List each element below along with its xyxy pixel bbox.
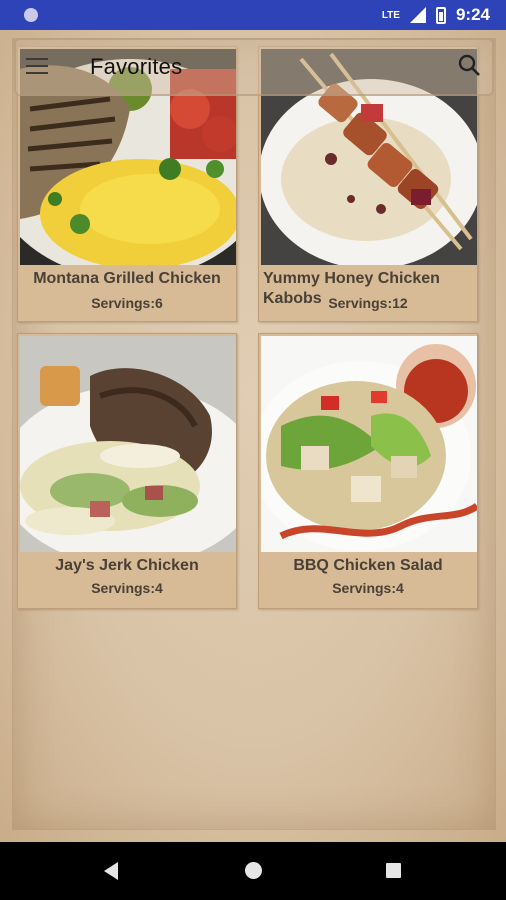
recipe-photo xyxy=(20,336,236,552)
recipe-card-jays-jerk-chicken[interactable]: Jay's Jerk Chicken Servings:4 xyxy=(17,333,237,609)
recipe-servings: Servings:12 xyxy=(328,295,408,311)
recent-apps-icon[interactable] xyxy=(386,863,401,878)
notification-dot-icon xyxy=(24,8,38,22)
recipe-name: BBQ Chicken Salad xyxy=(293,557,443,574)
menu-icon[interactable] xyxy=(26,58,48,74)
recipe-servings: Servings:4 xyxy=(332,580,404,596)
recipe-servings: Servings:6 xyxy=(91,295,163,311)
network-type-label: LTE xyxy=(381,9,400,21)
recipe-name: Montana Grilled Chicken xyxy=(33,270,221,287)
recipe-servings: Servings:4 xyxy=(91,580,163,596)
home-icon[interactable] xyxy=(245,862,262,879)
clock: 9:24 xyxy=(455,5,490,24)
back-icon[interactable] xyxy=(104,862,118,880)
recipe-name: Jay's Jerk Chicken xyxy=(55,557,199,574)
search-icon[interactable] xyxy=(458,54,480,76)
recipe-card-bbq-chicken-salad[interactable]: BBQ Chicken Salad Servings:4 xyxy=(258,333,478,609)
battery-icon xyxy=(435,6,446,24)
app-bar: Favorites xyxy=(14,38,494,96)
recipe-photo xyxy=(261,336,477,552)
page-title: Favorites xyxy=(90,54,183,79)
signal-icon xyxy=(409,7,426,23)
system-navigation-bar xyxy=(0,842,506,900)
status-icons: LTE 9:24 xyxy=(382,5,490,25)
status-bar: LTE 9:24 xyxy=(0,0,506,30)
